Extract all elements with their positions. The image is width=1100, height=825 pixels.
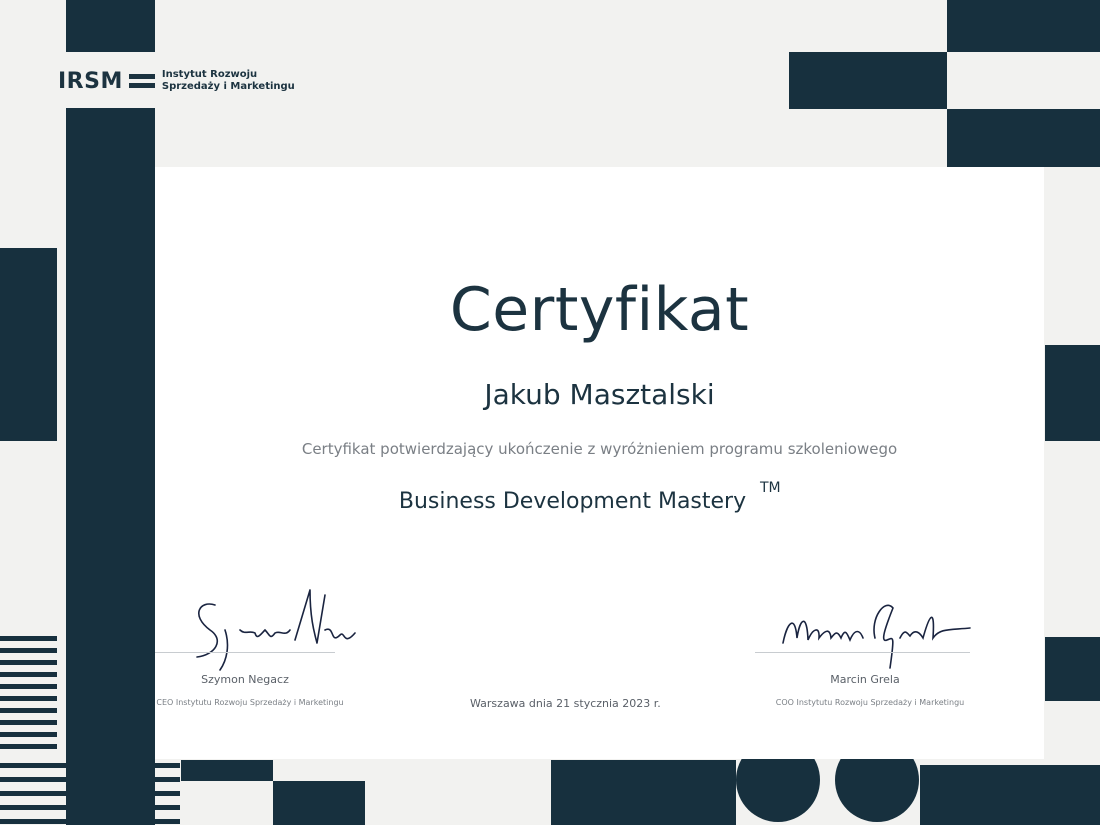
place-date: Warszawa dnia 21 stycznia 2023 r.: [470, 697, 661, 710]
signatory-2-role: COO Instytutu Rozwoju Sprzedaży i Market…: [775, 698, 965, 707]
logo-line-2: Sprzedaży i Marketingu: [161, 81, 295, 92]
decor-stripe: [0, 672, 57, 677]
logo-text: Instytut Rozwoju Sprzedaży i Marketingu: [162, 69, 295, 93]
decor-block: [947, 0, 1100, 52]
decor-block: [551, 760, 736, 825]
decor-stripe: [0, 648, 57, 653]
decor-stripe: [0, 805, 180, 810]
certificate-description: Certyfikat potwierdzający ukończenie z w…: [301, 440, 898, 458]
decor-block: [0, 248, 57, 441]
certificate-title: Certyfikat: [449, 275, 750, 345]
trademark-symbol: TM: [760, 480, 781, 496]
decor-stripe: [0, 708, 57, 713]
logo-bars-icon: [128, 74, 155, 88]
signature-line: [155, 652, 335, 653]
signatory-1-name: Szymon Negacz: [201, 673, 289, 686]
logo-mark: IRSM: [58, 68, 123, 94]
decor-block: [273, 781, 365, 825]
decor-block: [947, 109, 1100, 167]
decor-stripe: [0, 696, 57, 701]
signature-szymon-negacz: [196, 589, 356, 671]
decor-stripe: [0, 777, 180, 782]
decor-block: [66, 108, 155, 825]
signature-marcin-grela: [782, 604, 971, 669]
decor-stripe: [0, 660, 57, 665]
decor-block: [1045, 345, 1100, 441]
decor-stripe: [0, 763, 180, 768]
decor-stripe: [0, 744, 57, 749]
decor-stripe: [0, 636, 57, 641]
decor-stripe: [0, 791, 180, 796]
irsm-logo: IRSM Instytut Rozwoju Sprzedaży i Market…: [58, 66, 295, 96]
signature-line: [755, 652, 970, 653]
decor-stripe: [0, 732, 57, 737]
decor-block: [920, 765, 1100, 825]
decor-stripe: [0, 684, 57, 689]
decor-block: [1045, 637, 1100, 701]
signatory-1-role: CEO Instytutu Rozwoju Sprzedaży i Market…: [156, 698, 344, 707]
decor-block: [789, 52, 947, 109]
logo-line-1: Instytut Rozwoju: [161, 69, 258, 80]
decor-stripe: [0, 720, 57, 725]
signatory-2-name: Marcin Grela: [830, 673, 900, 686]
decor-block: [181, 760, 273, 781]
program-name: Business Development Mastery: [398, 489, 747, 514]
decor-stripe: [0, 819, 180, 824]
decor-block: [66, 0, 155, 52]
recipient-name: Jakub Masztalski: [484, 378, 715, 411]
